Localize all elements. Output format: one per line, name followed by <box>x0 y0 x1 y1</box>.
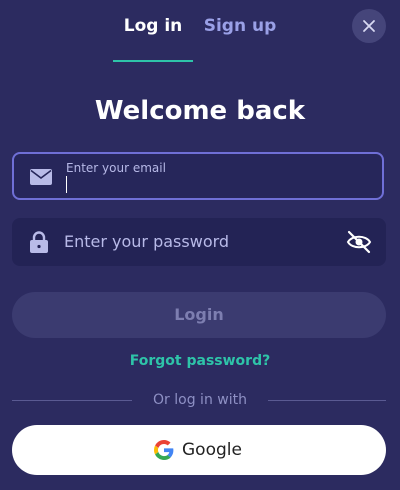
login-button[interactable]: Login <box>12 292 386 338</box>
eye-off-icon <box>346 230 372 254</box>
login-modal: Log in Sign up Welcome back Enter your e… <box>0 0 400 490</box>
tab-login[interactable]: Log in <box>112 14 194 44</box>
text-caret <box>66 176 67 193</box>
divider-right <box>268 400 386 401</box>
close-icon <box>363 20 375 32</box>
page-title: Welcome back <box>94 96 306 126</box>
email-field-label: Enter your email <box>66 161 166 175</box>
password-field[interactable]: Enter your password <box>12 218 386 266</box>
divider-left <box>12 400 132 401</box>
envelope-icon <box>30 169 52 185</box>
toggle-password-visibility[interactable] <box>346 229 372 255</box>
password-placeholder: Enter your password <box>64 232 230 251</box>
forgot-password-link[interactable]: Forgot password? <box>0 352 400 370</box>
close-button[interactable] <box>352 9 386 43</box>
lock-icon <box>30 231 48 253</box>
tab-signup[interactable]: Sign up <box>200 14 280 44</box>
google-login-button[interactable]: Google <box>12 425 386 475</box>
google-logo-icon <box>154 440 174 460</box>
email-field[interactable]: Enter your email <box>12 152 384 200</box>
active-tab-indicator <box>113 60 193 62</box>
divider-text: Or log in with <box>153 392 247 408</box>
google-button-label: Google <box>182 440 242 460</box>
